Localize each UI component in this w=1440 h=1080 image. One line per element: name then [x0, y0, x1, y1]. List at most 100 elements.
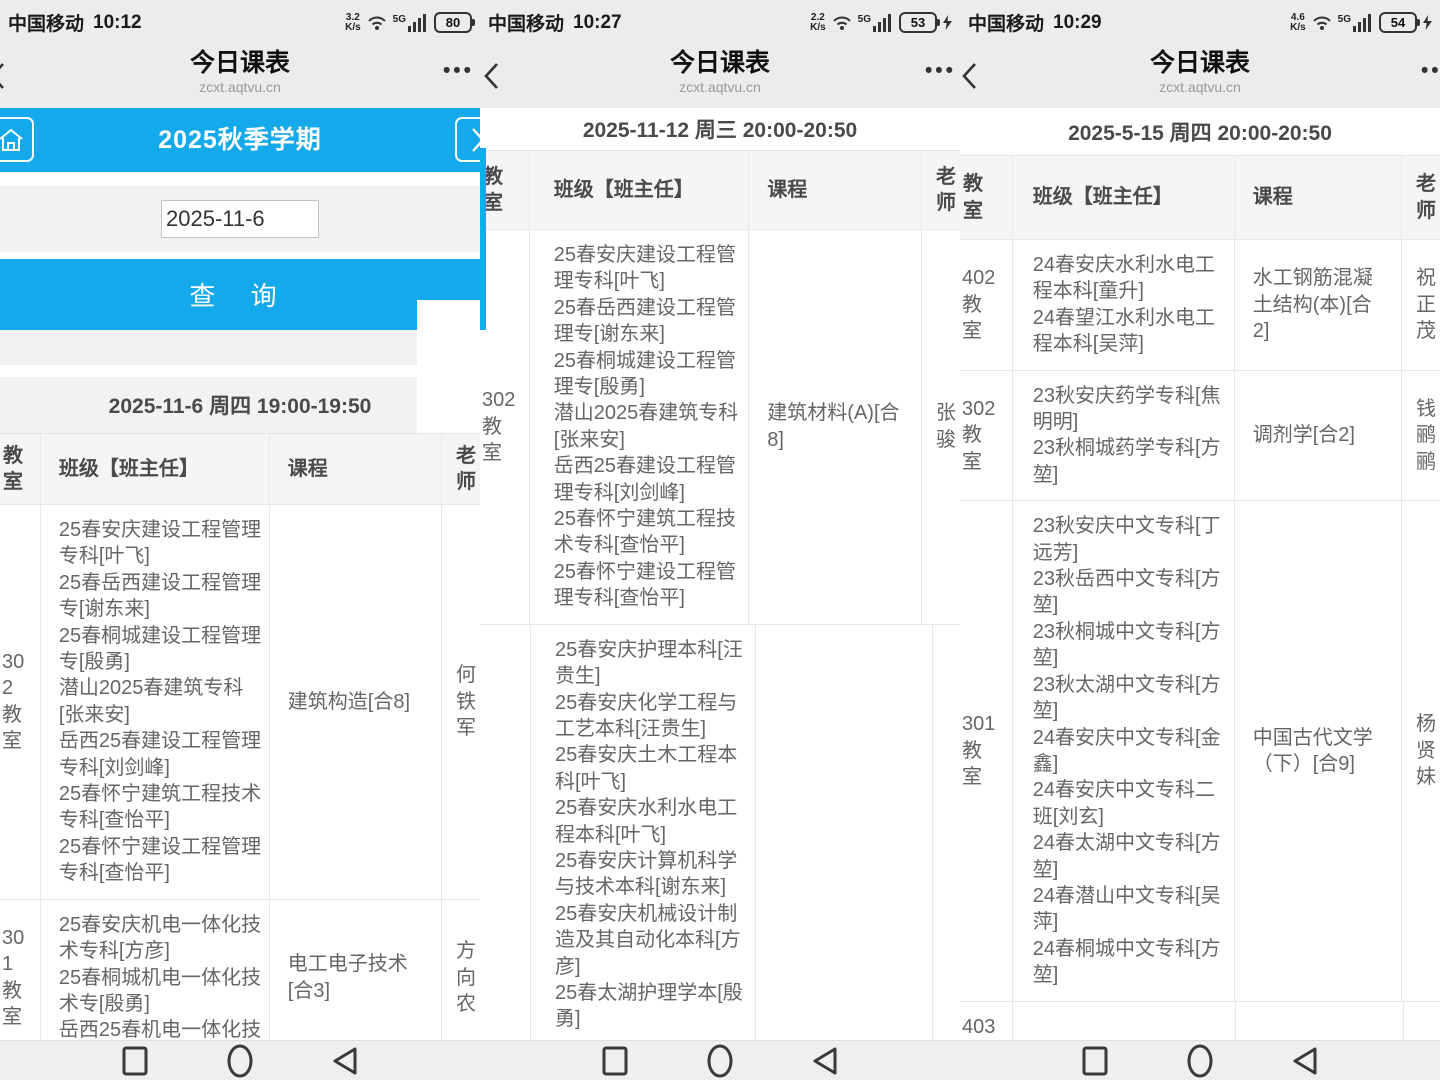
schedule-table: 教室班级【班主任】课程老师302教室25春安庆建设工程管理专科[叶飞]25春岳西… — [0, 433, 480, 1040]
date-input[interactable] — [161, 200, 319, 238]
course-cell — [755, 625, 932, 1040]
status-icons: 2.2K/s 5G 53 — [810, 12, 952, 33]
result-date-label: 2025-11-12 周三 20:00-20:50 — [583, 114, 857, 144]
semester-title: 2025秋季学期 — [0, 108, 480, 172]
signal-icon: 5G — [858, 14, 893, 32]
header-course: 课程 — [1234, 156, 1401, 239]
wifi-icon — [367, 14, 387, 31]
room-cell — [480, 625, 530, 1040]
header-teacher: 老师 — [921, 151, 960, 229]
signal-icon: 5G — [393, 14, 428, 32]
phone-panel-3: 中国移动 10:29 4.6K/s 5G 54 今日课表 zcxt.aqtvu.… — [960, 0, 1440, 1040]
home-circle-icon[interactable] — [220, 1041, 260, 1080]
result-date-label: 2025-11-6 周四 19:00-19:50 — [109, 390, 372, 420]
carrier-label: 中国移动 — [968, 9, 1044, 36]
table-row: 301教室23秋安庆中文专科[丁远芳]23秋岳西中文专科[方堃]23秋桐城中文专… — [960, 501, 1440, 1001]
nav-set-2 — [595, 1041, 845, 1080]
table-row: 302教室25春安庆建设工程管理专科[叶飞]25春岳西建设工程管理专[谢东来]2… — [480, 230, 960, 625]
teacher-cell: 祝正茂 — [1401, 240, 1440, 370]
clock-label: 10:12 — [93, 12, 142, 34]
teacher-cell: 钱鹂鹂 — [1401, 371, 1440, 501]
recents-square-icon[interactable] — [1075, 1041, 1115, 1080]
course-cell: 中国古代文学（下）[合9] — [1234, 501, 1401, 1000]
back-icon[interactable] — [483, 62, 500, 90]
header-class: 班级【班主任】 — [529, 151, 749, 229]
room-cell: 302教室 — [480, 230, 529, 624]
menu-dots-icon[interactable]: ••• — [443, 59, 474, 83]
phone-panel-1: 中国移动 10:12 3.2K/s 5G 80 今日课表 zcxt.aqtvu.… — [0, 0, 480, 1040]
header-course: 课程 — [269, 434, 441, 504]
wifi-icon — [1312, 14, 1332, 31]
room-cell: 403 — [960, 1002, 1012, 1040]
next-semester-icon[interactable] — [455, 117, 480, 162]
home-icon[interactable] — [0, 117, 34, 162]
header-class: 班级【班主任】 — [40, 434, 269, 504]
home-circle-icon[interactable] — [1180, 1041, 1220, 1080]
carrier-label: 中国移动 — [488, 9, 564, 36]
wifi-icon — [832, 14, 852, 31]
clock-label: 10:29 — [1053, 12, 1102, 34]
table-header-row: 教室班级【班主任】课程老师 — [480, 150, 960, 230]
title-bar: 今日课表 zcxt.aqtvu.cn ••• — [0, 45, 480, 108]
result-date-label: 2025-5-15 周四 20:00-20:50 — [1068, 117, 1332, 147]
header-teacher: 老师 — [1401, 156, 1440, 239]
status-bar: 中国移动 10:27 2.2K/s 5G 53 — [480, 0, 960, 45]
screenshot-seam — [417, 300, 480, 433]
clock-label: 10:27 — [573, 12, 622, 34]
table-row: 302教室23秋安庆药学专科[焦明明]23秋桐城药学专科[方堃]调剂学[合2]钱… — [960, 371, 1440, 502]
battery-icon: 80 — [434, 12, 472, 33]
teacher-cell: 杨贤妹 — [1401, 501, 1440, 1000]
result-date-band: 2025-11-6 周四 19:00-19:50 — [0, 377, 480, 433]
title-bar: 今日课表 zcxt.aqtvu.cn ••• — [960, 45, 1440, 108]
course-cell: 电工电子技术[合3] — [269, 900, 441, 1040]
header-room: 教室 — [960, 156, 1012, 239]
class-cell — [1012, 1002, 1235, 1040]
class-cell: 25春安庆建设工程管理专科[叶飞]25春岳西建设工程管理专[谢东来]25春桐城建… — [529, 230, 749, 624]
spacer-band — [0, 330, 480, 365]
header-room: 教室 — [480, 151, 529, 229]
teacher-cell: 方向农 — [441, 900, 480, 1040]
spacer — [0, 365, 480, 377]
spacer — [0, 172, 480, 186]
status-bar: 中国移动 10:29 4.6K/s 5G 54 — [960, 0, 1440, 45]
course-cell: 建筑构造[合8] — [269, 505, 441, 899]
class-cell: 23秋安庆中文专科[丁远芳]23秋岳西中文专科[方堃]23秋桐城中文专科[方堃]… — [1012, 501, 1234, 1000]
battery-icon: 54 — [1379, 12, 1417, 33]
table-header-row: 教室班级【班主任】课程老师 — [0, 433, 480, 505]
status-icons: 4.6K/s 5G 54 — [1290, 12, 1432, 33]
back-triangle-icon[interactable] — [805, 1041, 845, 1080]
query-button[interactable]: 查 询 — [0, 259, 480, 330]
room-cell: 301教室 — [0, 900, 40, 1040]
menu-dots-icon[interactable]: ••• — [925, 59, 956, 83]
nav-set-1 — [115, 1041, 365, 1080]
status-bar: 中国移动 10:12 3.2K/s 5G 80 — [0, 0, 480, 45]
class-cell: 25春安庆建设工程管理专科[叶飞]25春岳西建设工程管理专[谢东来]25春桐城建… — [40, 505, 269, 899]
back-icon[interactable] — [0, 62, 6, 90]
back-triangle-icon[interactable] — [1285, 1041, 1325, 1080]
teacher-cell: 何铁军 — [441, 505, 480, 899]
page-url: zcxt.aqtvu.cn — [0, 78, 480, 96]
schedule-table: 教室班级【班主任】课程老师402教室24春安庆水利水电工程本科[童升]24春望江… — [960, 155, 1440, 1040]
room-cell: 402教室 — [960, 240, 1012, 370]
table-header-row: 教室班级【班主任】课程老师 — [960, 155, 1440, 240]
schedule-table: 教室班级【班主任】课程老师302教室25春安庆建设工程管理专科[叶飞]25春岳西… — [480, 150, 960, 1040]
menu-dots-icon[interactable]: ••• — [1421, 59, 1440, 83]
class-cell: 25春安庆护理本科[汪贵生]25春安庆化学工程与工艺本科[汪贵生]25春安庆土木… — [530, 625, 755, 1040]
header-course: 课程 — [748, 151, 921, 229]
table-row: 301教室25春安庆机电一体化技术专科[方彦]25春桐城机电一体化技术专[殷勇]… — [0, 900, 480, 1040]
phone-panel-2: 中国移动 10:27 2.2K/s 5G 53 今日课表 zcxt.aqtvu.… — [480, 0, 960, 1040]
battery-icon: 53 — [899, 12, 937, 33]
back-triangle-icon[interactable] — [325, 1041, 365, 1080]
course-cell — [1235, 1002, 1403, 1040]
teacher-cell — [1403, 1002, 1440, 1040]
signal-icon: 5G — [1338, 14, 1373, 32]
carrier-label: 中国移动 — [8, 9, 84, 36]
course-cell: 水工钢筋混凝土结构(本)[合2] — [1234, 240, 1401, 370]
recents-square-icon[interactable] — [115, 1041, 155, 1080]
recents-square-icon[interactable] — [595, 1041, 635, 1080]
class-cell: 24春安庆水利水电工程本科[童升]24春望江水利水电工程本科[吴萍] — [1012, 240, 1234, 370]
table-row: 25春安庆护理本科[汪贵生]25春安庆化学工程与工艺本科[汪贵生]25春安庆土木… — [480, 625, 960, 1040]
back-icon[interactable] — [961, 62, 978, 90]
home-circle-icon[interactable] — [700, 1041, 740, 1080]
android-nav-bar — [0, 1040, 1440, 1080]
